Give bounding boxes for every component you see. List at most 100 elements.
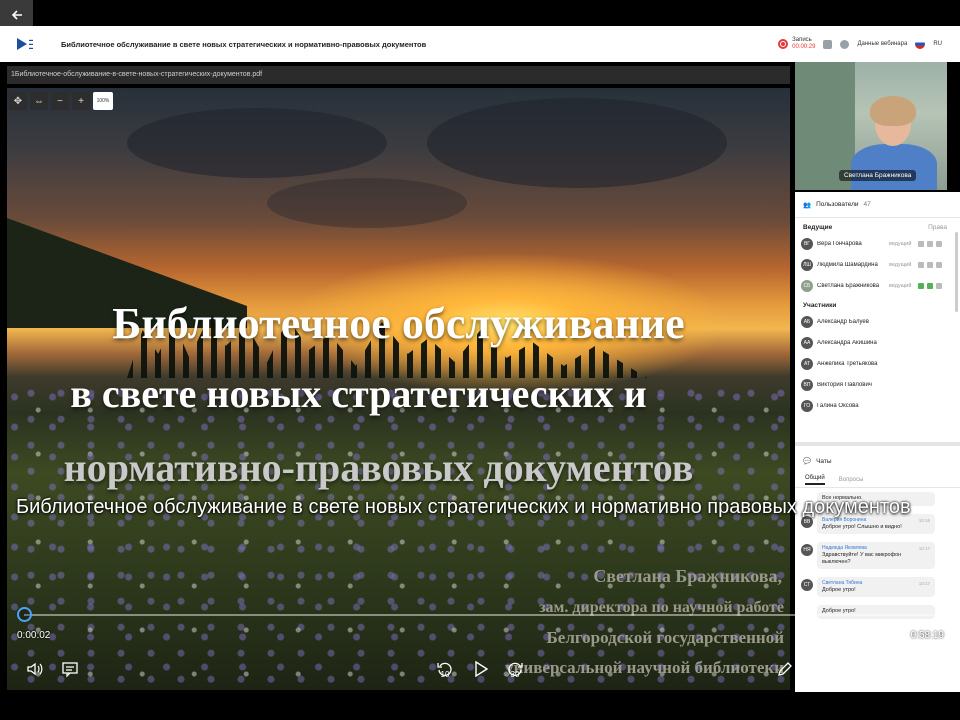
avatar: ГО xyxy=(801,399,813,412)
users-count: 47 xyxy=(863,201,871,208)
volume-button[interactable] xyxy=(24,657,46,681)
participant-row[interactable]: АБ Александр Балуев xyxy=(795,311,960,332)
screen-icon[interactable] xyxy=(936,240,942,247)
recording-indicator[interactable]: Запись 00:00:29 xyxy=(778,37,815,51)
avatar: ЛШ xyxy=(801,258,813,271)
chat-panel: 💬 Чаты Общий Вопросы Все нормально. ВВ 1… xyxy=(795,450,960,692)
draw-button[interactable] xyxy=(774,657,796,681)
info-icon[interactable] xyxy=(840,39,850,49)
users-header[interactable]: 👥 Пользователи 47 xyxy=(795,192,960,218)
record-icon xyxy=(778,39,789,49)
avatar: АБ xyxy=(801,315,813,328)
captions-icon xyxy=(62,662,78,678)
message-text: Доброе утро! xyxy=(822,587,856,593)
tab-general[interactable]: Общий xyxy=(805,475,825,485)
chat-header[interactable]: 💬 Чаты xyxy=(795,450,960,472)
move-icon[interactable]: ✥ xyxy=(9,92,27,110)
forward-seconds: 30 xyxy=(510,670,520,679)
hosts-section-title: Ведущие Права xyxy=(795,218,955,233)
vr-360-button[interactable]: 360 xyxy=(844,657,870,681)
collapse-button[interactable] xyxy=(880,657,902,681)
progress-bar[interactable] xyxy=(24,614,943,616)
avatar: ВГ xyxy=(801,237,813,250)
layout-icon[interactable] xyxy=(823,39,833,49)
presentation-slide: Библиотечное обслуживание в свете новых … xyxy=(7,88,790,690)
tab-questions[interactable]: Вопросы xyxy=(839,477,864,483)
zoom-level: 100% xyxy=(93,92,113,110)
progress-thumb[interactable] xyxy=(17,607,32,622)
camera-icon[interactable] xyxy=(927,240,933,247)
mic-icon[interactable] xyxy=(918,240,924,247)
fit-width-icon[interactable]: ⇔ xyxy=(30,92,48,110)
total-time: 0:58:19 xyxy=(910,630,944,641)
host-name: Людмила Шамардина xyxy=(817,261,878,268)
captions-button[interactable] xyxy=(59,657,81,681)
picture-in-picture-button[interactable] xyxy=(810,657,832,681)
current-time: 0:00:02 xyxy=(17,630,51,641)
screen-icon[interactable] xyxy=(936,261,942,268)
host-row[interactable]: ВГ Вера Гончарова ведущий xyxy=(795,233,960,254)
screen-icon[interactable] xyxy=(936,282,942,289)
webinar-title: Библиотечное обслуживание в свете новых … xyxy=(61,39,427,49)
rewind-button[interactable]: 10 xyxy=(434,657,456,681)
message-text: Здравствуйте! У вас микрофон выключен? xyxy=(822,552,902,565)
chat-message: Доброе утро! xyxy=(795,601,960,623)
slide-author-line-4: универсальной научной библиотеки xyxy=(505,658,784,677)
webinar-data-link[interactable]: Данные вебинара xyxy=(857,41,907,47)
participant-row[interactable]: ГО Галина Оксова xyxy=(795,395,960,416)
participants-section-title: Участники xyxy=(795,296,955,311)
flag-ru-icon[interactable] xyxy=(915,39,926,49)
svg-text:360: 360 xyxy=(847,662,861,671)
panel-resize-handle[interactable] xyxy=(795,442,960,446)
rec-time: 00:00:29 xyxy=(792,44,816,50)
mic-icon[interactable] xyxy=(918,261,924,268)
header-actions: Запись 00:00:29 Данные вебинара RU xyxy=(778,26,942,62)
webinar-header: ▬ ▬ ▬ Библиотечное обслуживание в свете но… xyxy=(0,26,960,62)
video-subtitle: Библиотечное обслуживание в свете новых … xyxy=(16,496,911,518)
presentation-filename: 1Библиотечное-обслуживание-в-свете-новых… xyxy=(7,66,790,84)
logo-mark-icon xyxy=(17,38,27,50)
side-panel: 👥 Пользователи 47 Ведущие Права ВГ Вера … xyxy=(795,192,960,692)
host-name: Светлана Бражникова xyxy=(817,282,880,289)
participant-row[interactable]: АТ Анжелика Третьякова xyxy=(795,353,960,374)
host-role: ведущий xyxy=(889,282,912,289)
collapse-icon xyxy=(883,661,899,677)
slide-author-line-3: Белгородской государственной xyxy=(546,628,784,647)
host-role: ведущий xyxy=(889,261,912,268)
zoom-in-button[interactable]: + xyxy=(72,92,90,110)
zoom-out-button[interactable]: − xyxy=(51,92,69,110)
language-selector[interactable]: RU xyxy=(933,41,942,47)
message-text: Доброе утро! Слышно и видно! xyxy=(822,524,902,530)
message-time: 10:17 xyxy=(918,581,930,586)
more-options-button[interactable] xyxy=(914,657,936,681)
hosts-title: Ведущие xyxy=(803,224,833,231)
avatar: СТ xyxy=(801,579,813,591)
360-icon: 360 xyxy=(847,662,867,676)
camera-icon[interactable] xyxy=(927,261,933,268)
pip-icon xyxy=(813,662,829,675)
chat-title: Чаты xyxy=(816,457,832,465)
message-bubble: Доброе утро! xyxy=(817,605,935,619)
chat-message: СТ 10:17 Светлана Тябина Доброе утро! xyxy=(795,573,960,601)
users-scrollbar[interactable] xyxy=(955,232,958,312)
avatar: НЯ xyxy=(801,544,813,556)
message-time: 10:17 xyxy=(918,546,930,551)
video-player-screen: ▬ ▬ ▬ Библиотечное обслуживание в свете но… xyxy=(0,0,960,720)
presenter-body xyxy=(851,144,937,190)
play-button[interactable] xyxy=(470,657,492,681)
forward-button[interactable]: 30 xyxy=(504,657,526,681)
play-icon xyxy=(475,660,489,678)
mic-icon[interactable] xyxy=(918,282,924,289)
avatar: АТ xyxy=(801,357,813,370)
users-icon: 👥 xyxy=(803,201,812,209)
slide-author-line-1: Светлана Бражникова, xyxy=(593,566,782,586)
slide-title-line-1: Библиотечное обслуживание xyxy=(112,299,685,348)
host-row[interactable]: СБ Светлана Бражникова ведущий xyxy=(795,275,960,296)
participant-row[interactable]: ВП Виктория Павлович xyxy=(795,374,960,395)
rights-label: Права xyxy=(928,224,947,231)
participant-name: Виктория Павлович xyxy=(817,381,872,388)
participants-title: Участники xyxy=(803,302,837,309)
camera-icon[interactable] xyxy=(927,282,933,289)
host-row[interactable]: ЛШ Людмила Шамардина ведущий xyxy=(795,254,960,275)
participant-row[interactable]: АА Александра Акишина xyxy=(795,332,960,353)
